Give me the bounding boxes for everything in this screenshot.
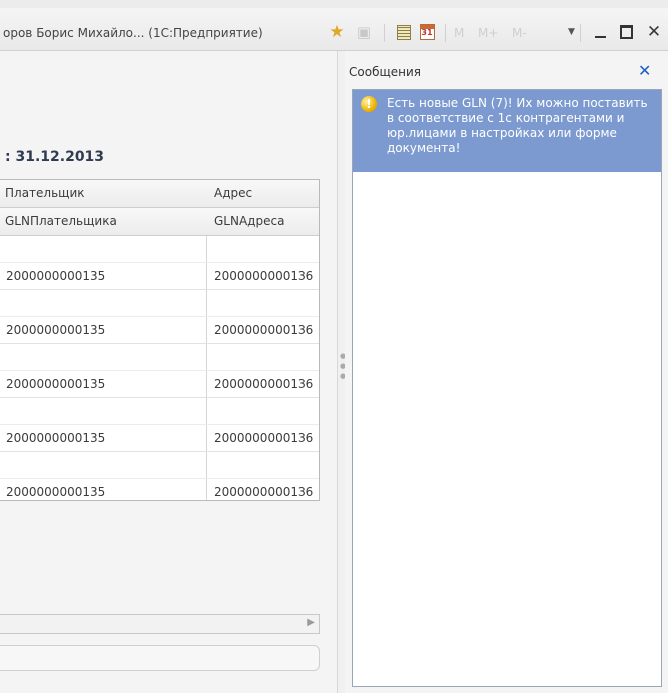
column-header-address[interactable]: Адрес	[214, 180, 319, 207]
document-table[interactable]: Плательщик Адрес GLNПлательщика GLNАдрес…	[0, 179, 320, 501]
column-header-payer[interactable]: Плательщик	[5, 180, 201, 207]
document-date: : 31.12.2013	[5, 149, 105, 165]
toolbar-separator	[580, 24, 581, 42]
payer-gln-cell[interactable]: 2000000000135	[6, 263, 204, 289]
chevron-down-icon[interactable]: ▼	[568, 27, 575, 37]
memory-button-m-minus[interactable]: M-	[512, 26, 527, 40]
close-window-button[interactable]: ✕	[645, 22, 663, 42]
title-bar: оров Борис Михайло... (1С:Предприятие) ★…	[0, 0, 668, 51]
comment-field[interactable]	[0, 645, 320, 671]
message-item[interactable]: ! Есть новые GLN (7)! Их можно поставить…	[353, 90, 661, 172]
payer-gln-cell[interactable]: 2000000000135	[6, 479, 204, 500]
column-header-payer-gln[interactable]: GLNПлательщика	[5, 208, 201, 235]
messages-list[interactable]: ! Есть новые GLN (7)! Их можно поставить…	[352, 89, 662, 687]
column-header-address-gln[interactable]: GLNАдреса	[214, 208, 319, 235]
address-gln-cell[interactable]: 20000000001З6	[214, 371, 319, 397]
messages-panel: Сообщения ✕ ! Есть новые GLN (7)! Их мож…	[345, 51, 668, 693]
table-subheader: GLNПлательщика GLNАдреса	[0, 208, 319, 236]
document-pane: : 31.12.2013 Плательщик Адрес GLNПлатель…	[0, 51, 336, 693]
table-header: Плательщик Адрес	[0, 180, 319, 208]
minimize-button[interactable]	[591, 22, 609, 42]
table-row[interactable]: 2000000000135 20000000001З6	[0, 236, 319, 290]
payer-gln-cell[interactable]: 2000000000135	[6, 317, 204, 343]
messages-title: Сообщения	[349, 65, 422, 79]
table-row[interactable]: 2000000000135 20000000001З6	[0, 398, 319, 452]
scroll-right-icon[interactable]: ▶	[307, 617, 315, 628]
payer-gln-cell[interactable]: 2000000000135	[6, 371, 204, 397]
address-cell[interactable]	[214, 398, 319, 424]
star-icon[interactable]: ★	[328, 22, 346, 42]
payer-cell[interactable]	[6, 344, 204, 370]
window-top-strip	[0, 0, 668, 8]
address-cell[interactable]	[214, 236, 319, 262]
message-text: Есть новые GLN (7)! Их можно поставить в…	[387, 96, 648, 155]
table-row[interactable]: 2000000000135 20000000001З6	[0, 452, 319, 500]
payer-cell[interactable]	[6, 398, 204, 424]
address-gln-cell[interactable]: 20000000001З6	[214, 263, 319, 289]
payer-cell[interactable]	[6, 452, 204, 478]
history-icon[interactable]: ▣	[355, 23, 373, 41]
calendar-icon[interactable]: 31	[418, 23, 436, 41]
payer-cell[interactable]	[6, 236, 204, 262]
address-gln-cell[interactable]: 20000000001З6	[214, 317, 319, 343]
calculator-icon[interactable]	[395, 23, 413, 41]
close-icon[interactable]: ✕	[638, 61, 651, 80]
horizontal-scrollbar[interactable]: ▶	[0, 614, 320, 634]
payer-gln-cell[interactable]: 2000000000135	[6, 425, 204, 451]
address-cell[interactable]	[214, 344, 319, 370]
table-row[interactable]: 2000000000135 20000000001З6	[0, 290, 319, 344]
payer-cell[interactable]	[6, 290, 204, 316]
address-gln-cell[interactable]: 20000000001З6	[214, 479, 319, 500]
memory-button-m-plus[interactable]: M+	[478, 26, 498, 40]
toolbar-separator	[384, 24, 385, 42]
address-cell[interactable]	[214, 452, 319, 478]
memory-button-m[interactable]: M	[454, 26, 464, 40]
warning-icon: !	[361, 96, 377, 112]
toolbar-separator	[445, 24, 446, 42]
window-title: оров Борис Михайло... (1С:Предприятие)	[3, 26, 263, 40]
maximize-button[interactable]	[617, 22, 635, 42]
address-gln-cell[interactable]: 20000000001З6	[214, 425, 319, 451]
table-row[interactable]: 2000000000135 20000000001З6	[0, 344, 319, 398]
address-cell[interactable]	[214, 290, 319, 316]
